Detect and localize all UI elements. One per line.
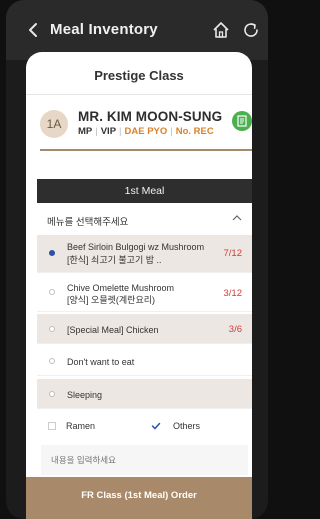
meal-option-count: 3/12	[223, 288, 243, 299]
back-icon[interactable]	[26, 20, 40, 40]
radio-unselected[interactable]	[49, 289, 55, 295]
meal-option-korean: [한식] 쇠고기 불고기 밥 ..	[67, 255, 162, 265]
app-title: Meal Inventory	[50, 21, 158, 38]
tag-vip: VIP	[100, 126, 117, 137]
class-title: Prestige Class	[94, 68, 184, 83]
meal-sheet: Prestige Class 1A MR. KIM MOON-SUNG MP | V…	[26, 52, 252, 519]
tag-separator: |	[95, 126, 98, 137]
radio-unselected[interactable]	[49, 358, 55, 364]
ramen-checkbox[interactable]	[48, 422, 56, 430]
menu-select-label: 메뉴를 선택해주세요	[47, 217, 129, 228]
radio-unselected[interactable]	[49, 391, 55, 397]
meal-option-name: Don't want to eat	[67, 357, 135, 367]
passenger-tags: MP | VIP | DAE PYO | No. REC	[78, 126, 214, 137]
home-icon[interactable]	[212, 21, 230, 39]
meal-option-count: 7/12	[223, 248, 243, 259]
document-glyph	[237, 115, 247, 127]
note-input[interactable]	[41, 445, 248, 475]
meal-option[interactable]: Chive Omelette Mushroom [양식] 오믈렛(계란요리) 3…	[37, 274, 252, 312]
meal-option-name: Sleeping	[67, 390, 103, 400]
meal-option-name: Beef Sirloin Bulgogi wz Mushroom	[67, 242, 205, 252]
ramen-label: Ramen	[66, 421, 96, 431]
meal-option[interactable]: Don't want to eat	[37, 346, 252, 376]
top-bar: Meal Inventory	[6, 0, 268, 60]
tag-separator: |	[119, 126, 122, 137]
menu-select-row[interactable]: 메뉴를 선택해주세요	[37, 209, 252, 229]
meal-tab-header: 1st Meal	[37, 179, 252, 203]
others-label: Others	[173, 421, 201, 431]
meal-option[interactable]: [Special Meal] Chicken 3/6	[37, 314, 252, 344]
radio-selected[interactable]	[49, 250, 55, 256]
document-icon[interactable]	[232, 111, 252, 131]
passenger-divider	[40, 149, 252, 151]
others-checkmark-icon[interactable]	[151, 421, 161, 431]
tag-dae-pyo: DAE PYO	[124, 126, 168, 137]
passenger-name: MR. KIM MOON-SUNG	[78, 109, 223, 124]
divider	[26, 94, 252, 95]
order-button[interactable]: FR Class (1st Meal) Order	[26, 477, 252, 519]
tag-separator: |	[170, 126, 173, 137]
meal-option-count: 3/6	[228, 324, 242, 335]
meal-option-name: Chive Omelette Mushroom	[67, 283, 175, 293]
radio-unselected[interactable]	[49, 326, 55, 332]
tag-mp: MP	[78, 126, 93, 137]
seat-avatar: 1A	[40, 110, 68, 138]
refresh-icon[interactable]	[242, 21, 260, 39]
meal-option[interactable]: Beef Sirloin Bulgogi wz Mushroom [한식] 쇠고…	[37, 235, 252, 273]
meal-option[interactable]: Sleeping	[37, 379, 252, 409]
chevron-up-icon[interactable]	[232, 213, 242, 223]
meal-option-korean: [양식] 오믈렛(계란요리)	[67, 295, 156, 305]
meal-option-name: [Special Meal] Chicken	[67, 325, 159, 335]
tag-no-rec: No. REC	[175, 126, 214, 137]
device-frame: Meal Inventory Prestige Class 1A MR. KIM…	[6, 0, 268, 519]
